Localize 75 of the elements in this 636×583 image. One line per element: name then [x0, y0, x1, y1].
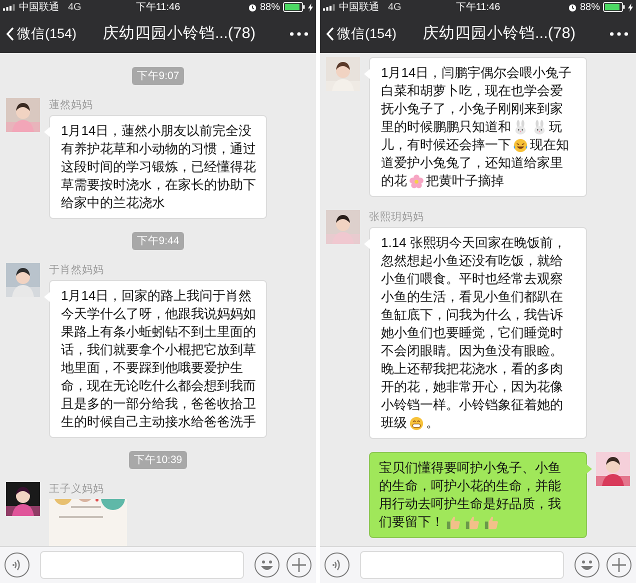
alarm-icon — [568, 2, 577, 12]
back-icon — [6, 26, 14, 40]
message-text: 把黄叶子摘掉 — [426, 172, 504, 190]
message-text: 里的时候鹏鹏只知道和 — [381, 118, 511, 136]
rabbit-icon — [513, 120, 528, 134]
message-text: 用行动去呵护生命是好品质，我 — [379, 495, 561, 513]
back-icon — [326, 26, 334, 40]
message-text: 抚小兔子了，小兔子刚刚来到家 — [381, 100, 563, 118]
back-button[interactable]: 微信(154) — [326, 24, 397, 42]
voice-icon[interactable] — [324, 552, 350, 578]
message-text: 宝贝们懂得要呵护小兔子、小鱼 — [379, 459, 561, 477]
message-text: 鱼缸底下，问我为什么，我告诉 — [381, 306, 563, 324]
message-text: 忽然想起小鱼还没有吃饭，就给 — [381, 252, 563, 270]
charging-icon — [628, 2, 633, 12]
message-text: 道爱护小兔兔了，还知道给家里 — [381, 154, 563, 172]
grinning-face-icon — [409, 416, 424, 430]
message-text: 1月14日，蓮然小朋友以前完全没有养护花草和小动物的习惯，通过这段时间的学习锻炼，已经懂得花草需要按时浇水，在家长的协助下给家中的兰花浇水 — [61, 123, 256, 210]
network-label: 4G — [388, 2, 402, 12]
message-input[interactable] — [360, 551, 564, 579]
flower-icon — [409, 174, 424, 188]
battery-icon — [603, 2, 625, 12]
battery-icon — [283, 2, 305, 12]
chat-title: 庆幼四园小铃铛...(78) — [103, 24, 256, 44]
network-label: 4G — [68, 2, 82, 12]
more-icon[interactable] — [610, 32, 628, 36]
clock: 下午11:46 — [136, 1, 180, 14]
emoji-icon[interactable] — [254, 552, 280, 578]
message-input[interactable] — [40, 551, 244, 579]
add-icon[interactable] — [606, 552, 632, 578]
sender-name: 蓮然妈妈 — [49, 98, 94, 112]
message-text: 白菜和胡萝卜吃，现在也学会爱 — [381, 82, 563, 100]
signal-icon — [3, 4, 16, 10]
message-text: 小铃铛一样。小铃铛象征着她的 — [381, 396, 563, 414]
message-text: 晚上还帮我把花浇水，看的多肉 — [381, 360, 563, 378]
message-text: 。 — [426, 414, 439, 432]
rabbit-icon — [532, 120, 547, 134]
message-text: 开的花，她非常开心，因为花像 — [381, 378, 563, 396]
battery-percent: 88% — [580, 2, 600, 12]
message-text: 的花 — [381, 172, 407, 190]
chat-title: 庆幼四园小铃铛...(78) — [423, 24, 576, 44]
clock: 下午11:46 — [456, 1, 500, 14]
add-icon[interactable] — [286, 552, 312, 578]
carrier-label: 中国联通 — [339, 0, 379, 14]
message-text: 的生命，呵护小花的生命，并能 — [379, 477, 561, 495]
message-text: 她小鱼们也要睡觉，它们睡觉时 — [381, 324, 563, 342]
message-text: 玩 — [549, 118, 562, 136]
signal-icon — [323, 4, 336, 10]
charging-icon — [308, 2, 313, 12]
back-button[interactable]: 微信(154) — [6, 24, 77, 42]
laughing-face-icon — [513, 138, 528, 152]
sender-name: 张熙玥妈妈 — [369, 210, 425, 224]
message-text: 不会闭眼睛。因为鱼没有眼睑。 — [381, 342, 563, 360]
message-text: 小鱼的生活，看见小鱼们都趴在 — [381, 288, 563, 306]
more-icon[interactable] — [290, 32, 308, 36]
message-text: 1月14日，回家的路上我问于肖然今天学什么了呀，他跟我说妈妈如果路上有条小蚯蚓钻不到土里面的话，我们就要拿个小棍把它放到草地里面，不要踩到他哦要爱护生命，现在无论吃什么都会想到我而且是多的一部分给我，爸爸收拾卫生的时候自己主动接水给爸爸洗手 — [61, 288, 256, 429]
emoji-icon[interactable] — [574, 552, 600, 578]
message-text: 儿，有时候还会摔一下 — [381, 136, 511, 154]
message-text: 小鱼们喂食。平时也经常去观察 — [381, 270, 563, 288]
sender-name: 于肖然妈妈 — [49, 263, 105, 277]
message-text: 现在知 — [530, 136, 569, 154]
thumbs-up-icon — [446, 514, 461, 530]
message-text: 们要留下！ — [379, 513, 444, 531]
voice-icon[interactable] — [4, 552, 30, 578]
thumbs-up-icon — [465, 514, 480, 530]
message-text: 1月14日，闫鹏宇偶尔会喂小兔子 — [381, 64, 572, 82]
message-text: 班级 — [381, 414, 407, 432]
battery-percent: 88% — [260, 2, 280, 12]
timestamp: 下午9:44 — [132, 232, 184, 250]
carrier-label: 中国联通 — [19, 0, 59, 14]
alarm-icon — [248, 2, 257, 12]
timestamp: 下午9:07 — [132, 67, 184, 85]
timestamp: 下午10:39 — [128, 451, 188, 469]
sender-name: 王子义妈妈 — [49, 482, 105, 496]
thumbs-up-icon — [484, 514, 499, 530]
message-text: 1.14 张熙玥今天回家在晚饭前， — [381, 234, 566, 252]
